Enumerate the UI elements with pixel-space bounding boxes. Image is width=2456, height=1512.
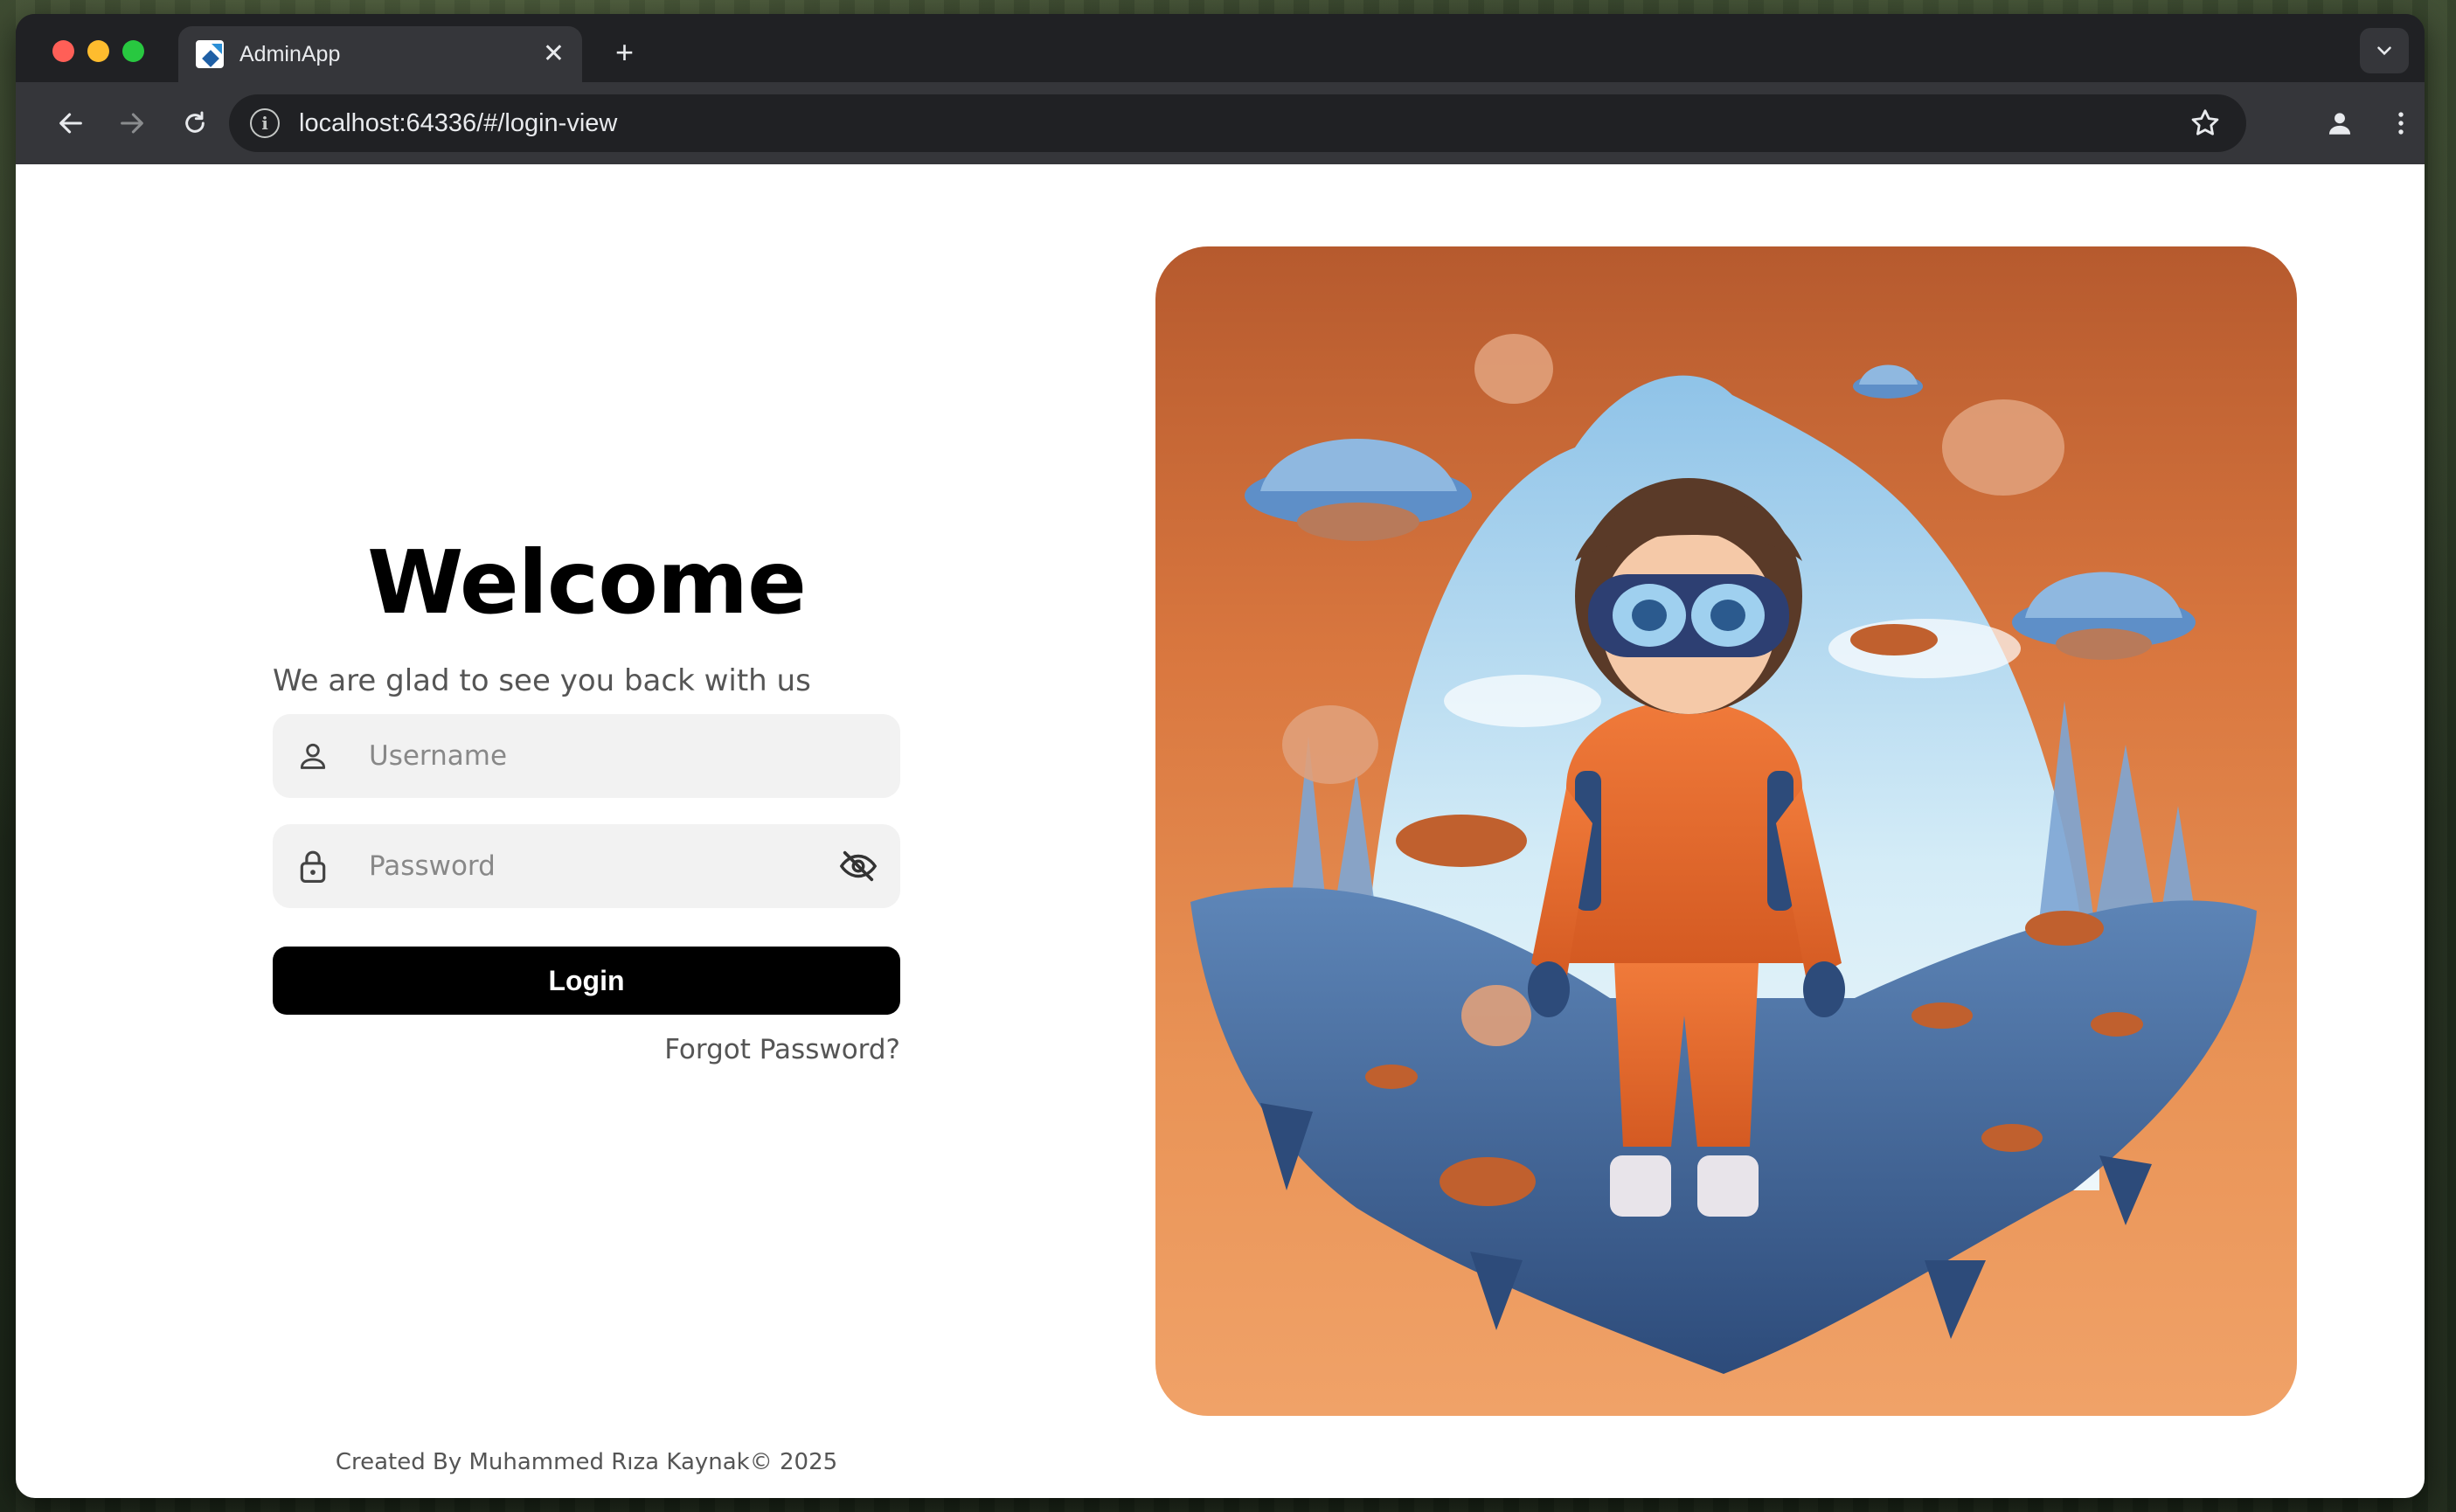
toggle-password-visibility[interactable]	[837, 845, 879, 887]
url-text[interactable]: localhost:64336/#/login-view	[299, 109, 2246, 138]
tab-strip: AdminApp ✕ +	[16, 14, 2425, 82]
back-arrow-icon	[59, 113, 82, 134]
tab-adminapp[interactable]: AdminApp ✕	[178, 26, 582, 82]
maximize-window-button[interactable]	[122, 40, 144, 62]
reload-icon	[185, 111, 205, 133]
user-icon	[294, 737, 332, 775]
browser-menu-button[interactable]	[2379, 101, 2423, 145]
forward-arrow-icon	[121, 113, 143, 134]
footer-credit: Created By Muhammed Rıza Kaynak© 2025	[335, 1449, 838, 1475]
flutter-favicon-icon	[196, 40, 224, 68]
profile-icon	[2328, 113, 2351, 135]
password-input[interactable]	[369, 850, 837, 882]
illustration-art	[1190, 334, 2257, 1374]
chevron-down-icon	[2377, 46, 2391, 56]
login-button[interactable]: Login	[273, 947, 900, 1015]
tab-search-button[interactable]	[2360, 28, 2409, 73]
browser-window: AdminApp ✕ + i localhost:64336/#/login-v…	[16, 14, 2425, 1498]
forward-button[interactable]	[110, 101, 154, 145]
lock-icon	[294, 847, 332, 885]
address-bar[interactable]: i localhost:64336/#/login-view	[229, 94, 2246, 152]
profile-button[interactable]	[2318, 101, 2362, 145]
browser-toolbar: i localhost:64336/#/login-view	[16, 82, 2425, 164]
site-info-icon[interactable]: i	[250, 108, 280, 138]
bookmark-button[interactable]	[2189, 107, 2222, 144]
new-tab-button[interactable]: +	[615, 37, 634, 68]
back-button[interactable]	[49, 101, 93, 145]
reload-button[interactable]	[173, 101, 217, 145]
tab-title: AdminApp	[239, 41, 341, 66]
eye-off-icon	[839, 850, 878, 882]
kebab-menu-icon	[2398, 112, 2404, 135]
page-title: Welcome	[367, 531, 807, 634]
close-window-button[interactable]	[52, 40, 74, 62]
tab-close-icon[interactable]: ✕	[543, 41, 565, 67]
username-field[interactable]	[273, 714, 900, 798]
minimize-window-button[interactable]	[87, 40, 109, 62]
username-input[interactable]	[369, 740, 879, 772]
login-form: Welcome We are glad to see you back with…	[273, 531, 900, 1065]
welcome-subtitle: We are glad to see you back with us	[273, 663, 811, 698]
page-content: Welcome We are glad to see you back with…	[16, 164, 2425, 1498]
password-field[interactable]	[273, 824, 900, 908]
hero-illustration	[1155, 246, 2297, 1416]
forgot-password-link[interactable]: Forgot Password?	[273, 1034, 900, 1065]
bookmark-star-icon	[2191, 109, 2219, 135]
